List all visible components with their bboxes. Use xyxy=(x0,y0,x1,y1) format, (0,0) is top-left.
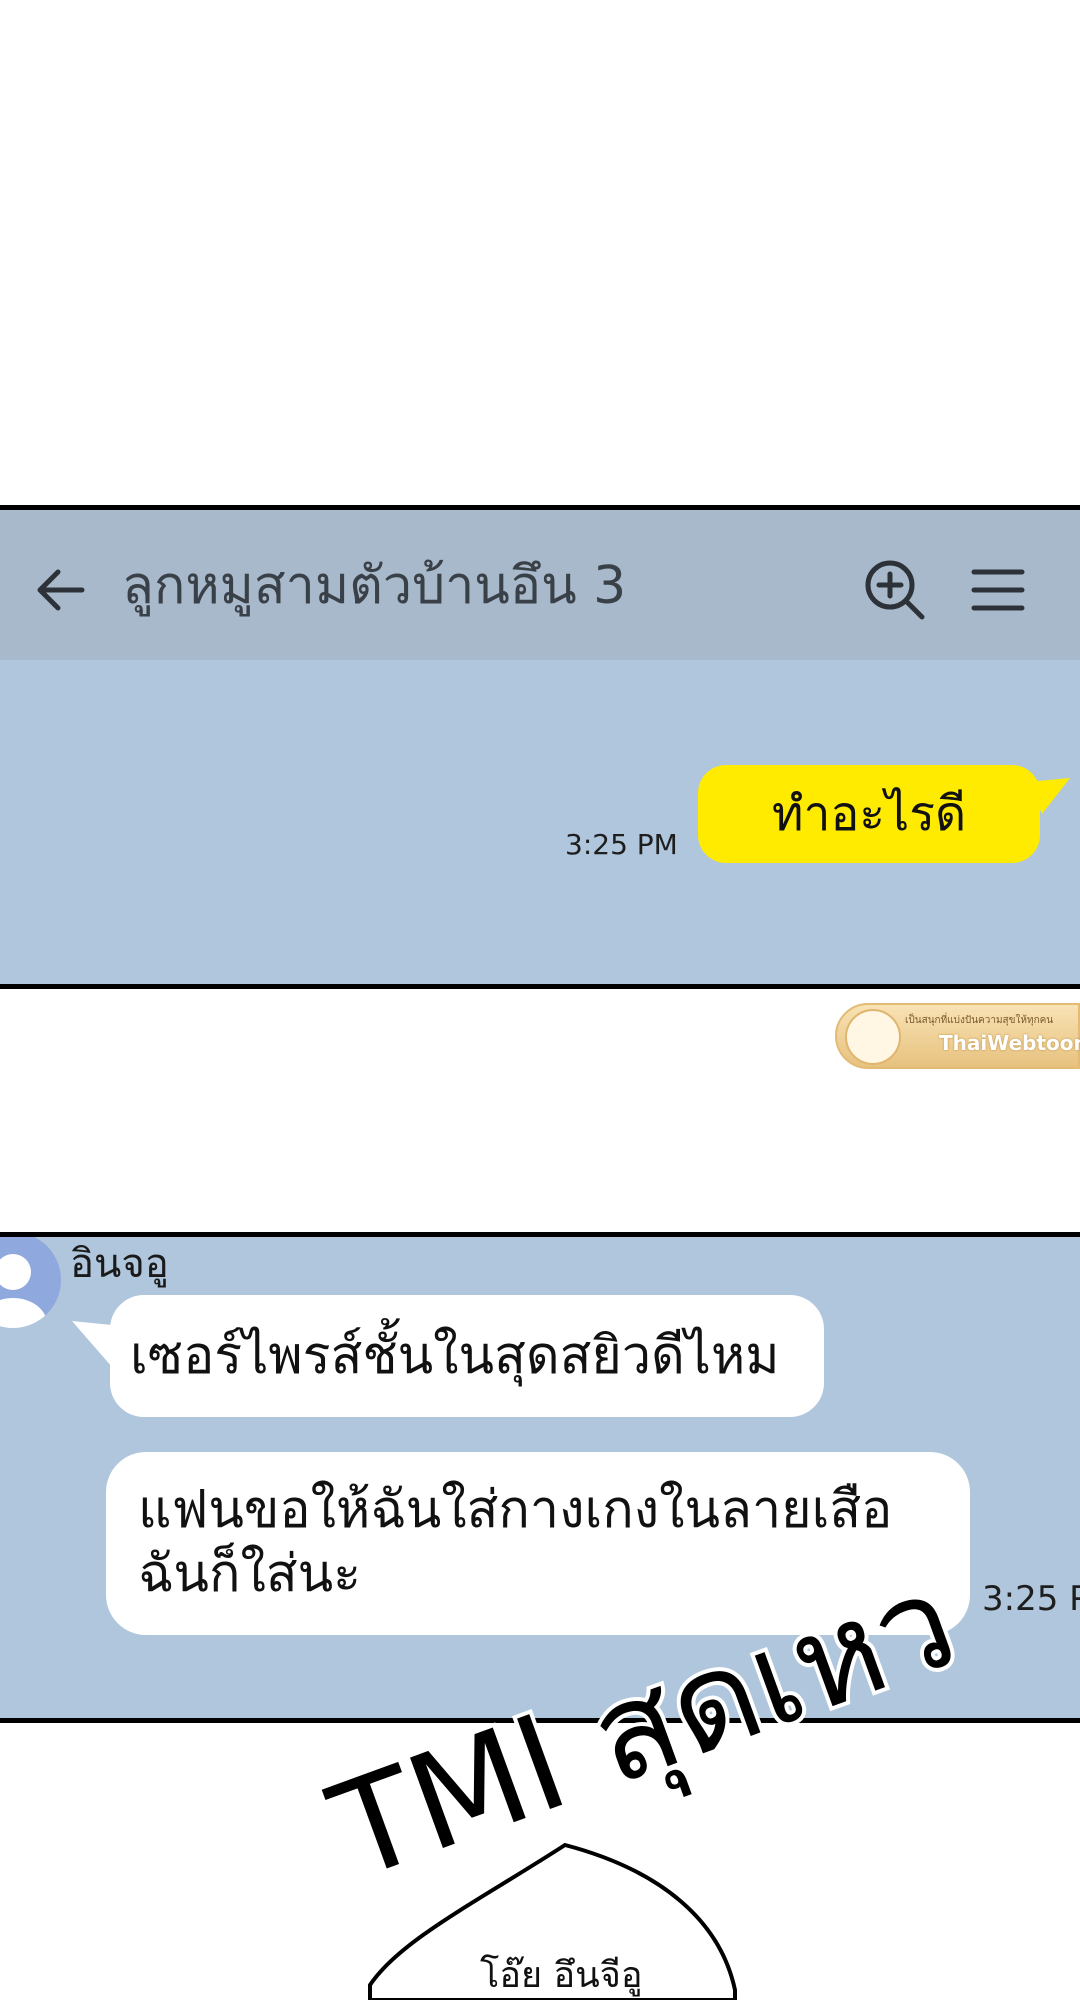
avatar[interactable] xyxy=(0,1237,61,1328)
chat-title: ลูกหมูสามตัวบ้านอึน 3 xyxy=(122,556,627,616)
speech-text: โอ๊ย อึนจีอู xyxy=(480,1954,642,1997)
sfx-text: TMI สุดเหว xyxy=(312,1544,976,1913)
thaiwebtoon-watermark: เป็นสนุกที่แบ่งปันความสุขให้ทุกคน ThaiWe… xyxy=(835,1003,1080,1069)
sent-message-bubble[interactable]: ทำอะไรดี xyxy=(698,765,1040,863)
arrow-left-icon[interactable] xyxy=(30,560,90,620)
watermark-tagline: เป็นสนุกที่แบ่งปันความสุขให้ทุกคน xyxy=(905,1015,1054,1026)
message-timestamp: 3:25 PM xyxy=(565,828,678,861)
received-message-bubble[interactable]: เซอร์ไพรส์ชั้นในสุดสยิวดีไหม xyxy=(110,1295,824,1417)
sender-name: อินจอู xyxy=(70,1241,169,1287)
chat-panel-1: ลูกหมูสามตัวบ้านอึน 3 3:25 PM ทำอะไรดี xyxy=(0,505,1080,989)
person-icon xyxy=(0,1254,47,1328)
zoom-in-icon[interactable] xyxy=(860,555,930,625)
watermark-logo-icon xyxy=(845,1009,901,1065)
sent-message-text: ทำอะไรดี xyxy=(771,786,967,842)
received-message-text: เซอร์ไพรส์ชั้นในสุดสยิวดีไหม xyxy=(130,1326,780,1386)
hamburger-menu-icon[interactable] xyxy=(968,560,1028,620)
chat-header: ลูกหมูสามตัวบ้านอึน 3 xyxy=(0,510,1080,660)
watermark-brand: ThaiWebtoon xyxy=(939,1031,1080,1055)
sfx-layer: TMI สุดเหว โอ๊ย อึนจีอู xyxy=(308,1540,980,2000)
